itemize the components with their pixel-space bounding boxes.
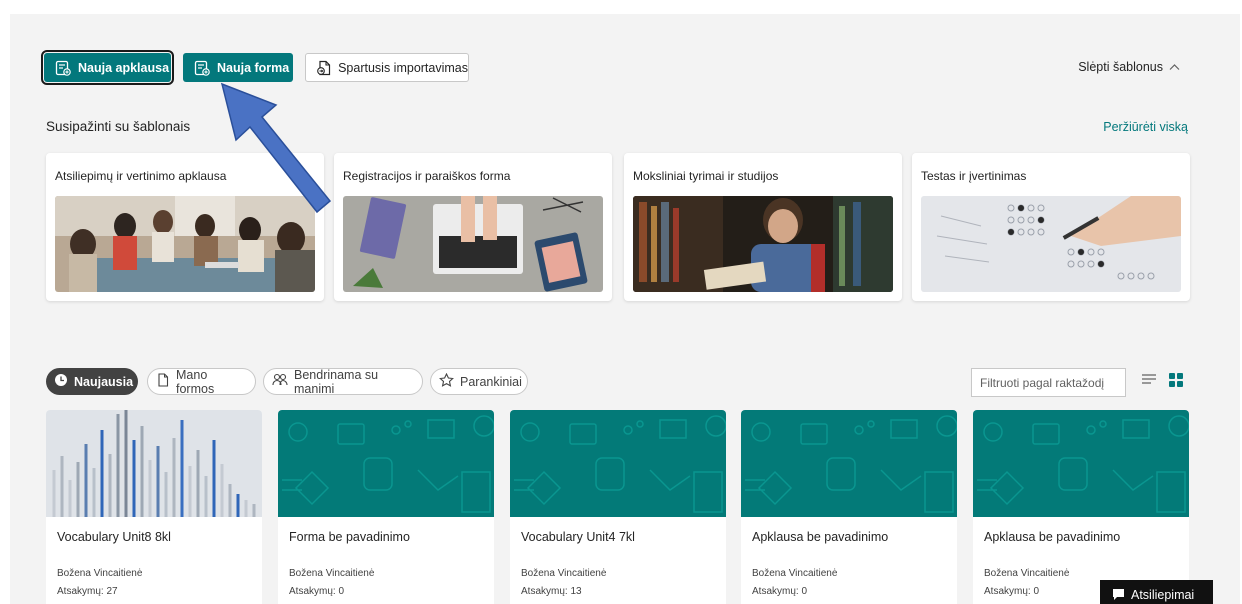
template-image-answer-sheet — [921, 196, 1181, 292]
new-form-icon — [191, 60, 213, 76]
template-image-laptop — [343, 196, 603, 292]
template-image-library — [633, 196, 893, 292]
form-thumbnail-pattern — [973, 410, 1189, 517]
form-title: Vocabulary Unit8 8kl — [57, 530, 171, 544]
template-card-title: Testas ir įvertinimas — [921, 169, 1027, 183]
import-icon — [314, 60, 334, 76]
form-author: Božena Vincaitienė — [57, 568, 143, 579]
form-card[interactable]: Vocabulary Unit8 8kl Božena Vincaitienė … — [46, 410, 262, 604]
tab-favorites[interactable]: Parankiniai — [430, 368, 528, 395]
form-author: Božena Vincaitienė — [752, 568, 838, 579]
tab-shared-with-me[interactable]: Bendrinama su manimi — [263, 367, 423, 396]
form-response-count: Atsakymų: 0 — [752, 586, 808, 597]
hide-templates-toggle[interactable]: Slėpti šablonus — [1078, 60, 1180, 74]
chat-icon — [1112, 588, 1125, 604]
chevron-up-icon — [1169, 60, 1180, 74]
form-title: Apklausa be pavadinimo — [984, 530, 1121, 544]
template-card-quiz[interactable]: Testas ir įvertinimas — [912, 153, 1190, 301]
form-title: Vocabulary Unit4 7kl — [521, 530, 635, 544]
form-title: Forma be pavadinimo — [289, 530, 410, 544]
template-card-title: Registracijos ir paraiškos forma — [343, 169, 511, 183]
new-form-label: Nauja forma — [217, 60, 290, 75]
new-survey-label: Nauja apklausa — [78, 60, 170, 75]
tab-my-forms-label: Mano formos — [176, 367, 215, 396]
form-title: Apklausa be pavadinimo — [752, 530, 889, 544]
tab-recent[interactable]: Naujausia — [46, 368, 138, 395]
form-response-count: Atsakymų: 27 — [57, 586, 118, 597]
form-response-count: Atsakymų: 13 — [521, 586, 582, 597]
form-card[interactable]: Forma be pavadinimo Božena Vincaitienė A… — [278, 410, 494, 604]
form-card[interactable]: Apklausa be pavadinimo Božena Vincaitien… — [741, 410, 957, 604]
form-thumbnail-pattern — [741, 410, 957, 517]
template-card-feedback[interactable]: Atsiliepimų ir vertinimo apklausa — [46, 153, 324, 301]
new-survey-icon — [52, 60, 74, 76]
form-response-count: Atsakymų: 0 — [289, 586, 345, 597]
template-card-title: Moksliniai tyrimai ir studijos — [633, 169, 779, 183]
grid-view-icon[interactable] — [1169, 373, 1183, 392]
templates-section-title: Susipažinti su šablonais — [46, 119, 191, 134]
keyword-filter-input[interactable] — [971, 368, 1126, 397]
form-card[interactable]: Vocabulary Unit4 7kl Božena Vincaitienė … — [510, 410, 726, 604]
tab-shared-label: Bendrinama su manimi — [294, 367, 379, 396]
template-card-title: Atsiliepimų ir vertinimo apklausa — [55, 169, 227, 183]
template-image-meeting — [55, 196, 315, 292]
form-thumbnail-pattern — [510, 410, 726, 517]
feedback-button[interactable]: Atsiliepimai — [1100, 580, 1213, 604]
form-author: Božena Vincaitienė — [984, 568, 1070, 579]
tab-recent-label: Naujausia — [74, 374, 134, 389]
feedback-label: Atsiliepimai — [1131, 588, 1195, 602]
quick-import-button[interactable]: Spartusis importavimas — [305, 53, 469, 82]
hide-templates-label: Slėpti šablonus — [1078, 60, 1163, 74]
template-card-research[interactable]: Moksliniai tyrimai ir studijos — [624, 153, 902, 301]
new-form-button[interactable]: Nauja forma — [183, 53, 293, 82]
form-card[interactable]: Apklausa be pavadinimo Božena Vincaitien… — [973, 410, 1189, 604]
tab-my-forms[interactable]: Mano formos — [147, 367, 256, 396]
form-response-count: Atsakymų: 0 — [984, 586, 1040, 597]
quick-import-label: Spartusis importavimas — [338, 60, 468, 75]
form-thumbnail-pattern — [278, 410, 494, 517]
new-survey-button[interactable]: Nauja apklausa — [41, 50, 174, 85]
form-author: Božena Vincaitienė — [521, 568, 607, 579]
template-card-registration[interactable]: Registracijos ir paraiškos forma — [334, 153, 612, 301]
star-icon — [439, 372, 454, 390]
form-author: Božena Vincaitienė — [289, 568, 375, 579]
view-all-link[interactable]: Peržiūrėti viską — [1103, 120, 1188, 134]
clock-icon — [54, 373, 68, 390]
form-thumbnail-bars — [46, 410, 262, 517]
document-icon — [156, 373, 170, 390]
tab-favorites-label: Parankiniai — [460, 374, 522, 389]
list-view-icon[interactable] — [1141, 372, 1157, 391]
people-icon — [272, 373, 288, 390]
